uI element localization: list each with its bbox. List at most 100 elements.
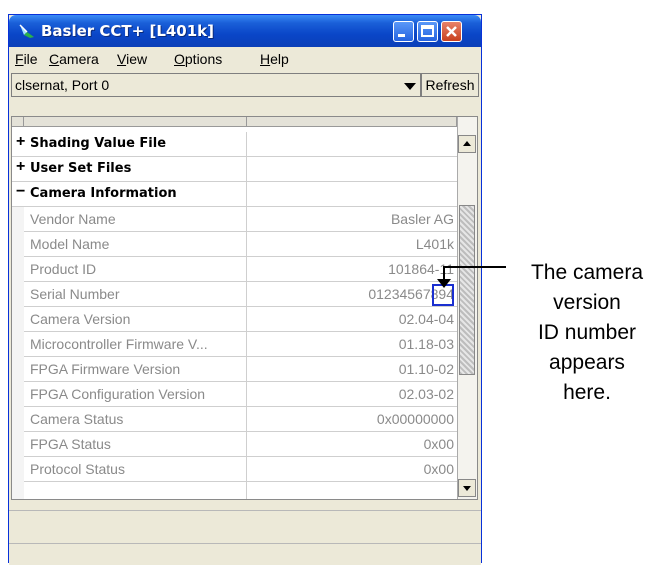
column-divider [246,257,247,282]
column-divider [246,282,247,307]
row-indent [12,432,24,457]
property-name: Vendor Name [30,211,116,227]
menu-file[interactable]: File [15,51,38,67]
menu-view[interactable]: View [117,51,147,67]
close-icon [446,26,457,37]
column-divider [246,232,247,257]
column-divider [246,132,247,157]
callout-annotation: The camera version ID number appears her… [507,258,667,408]
column-divider [246,482,247,499]
callout-line: appears [549,351,625,374]
property-row-vendor-name[interactable]: Vendor Name Basler AG [12,207,457,232]
scroll-thumb[interactable] [459,205,475,375]
menu-camera[interactable]: Camera [49,51,99,67]
property-row-model-name[interactable]: Model Name L401k [12,232,457,257]
menu-bar: File Camera View Options Help [9,47,481,71]
port-select-value: clsernat, Port 0 [15,77,110,93]
row-indent [12,207,24,232]
column-header-name[interactable] [24,117,247,127]
property-row-microcontroller-firmware[interactable]: Microcontroller Firmware V... 01.18-03 [12,332,457,357]
property-value: 0x00 [423,436,454,452]
row-indent [12,457,24,482]
group-row-camera-information[interactable]: − Camera Information [12,182,457,207]
property-row-partial[interactable] [12,482,457,499]
column-divider [246,357,247,382]
row-indent [12,257,24,282]
property-name: Microcontroller Firmware V... [30,336,208,352]
refresh-button[interactable]: Refresh [421,73,479,97]
menu-help[interactable]: Help [260,51,289,67]
callout-line: here. [563,381,611,404]
property-name: Serial Number [30,286,120,302]
row-indent [12,482,24,499]
property-row-fpga-status[interactable]: FPGA Status 0x00 [12,432,457,457]
property-row-camera-version[interactable]: Camera Version 02.04-04 [12,307,457,332]
property-row-product-id[interactable]: Product ID 101864-11 [12,257,457,282]
property-value: 01.18-03 [398,336,454,352]
property-row-fpga-configuration-version[interactable]: FPGA Configuration Version 02.03-02 [12,382,457,407]
status-bar [9,543,481,565]
property-value: 01.10-02 [398,361,454,377]
app-logo-icon [19,24,34,38]
column-header-expander[interactable] [12,117,24,127]
group-row-shading-value-file[interactable]: + Shading Value File [12,132,457,157]
chevron-down-icon[interactable] [404,83,416,90]
property-row-protocol-status[interactable]: Protocol Status 0x00 [12,457,457,482]
property-name: Product ID [30,261,97,277]
property-value: 02.03-02 [398,386,454,402]
callout-line: version [553,291,621,314]
maximize-button[interactable] [417,21,438,42]
close-button[interactable] [441,21,462,42]
status-panel [9,510,481,541]
window-title: Basler CCT+ [L401k] [41,22,215,40]
maximize-icon [421,25,434,37]
group-label: Camera Information [30,186,177,201]
group-label: Shading Value File [30,136,167,151]
column-divider [246,207,247,232]
row-indent [12,357,24,382]
property-row-serial-number[interactable]: Serial Number 01234567894 [12,282,457,307]
row-indent [12,232,24,257]
row-indent [12,282,24,307]
row-indent [12,307,24,332]
column-header-value[interactable] [247,117,457,127]
property-row-fpga-firmware-version[interactable]: FPGA Firmware Version 01.10-02 [12,357,457,382]
property-name: FPGA Configuration Version [30,386,206,402]
property-value: 0x00 [423,461,454,477]
column-divider [246,432,247,457]
column-divider [246,157,247,182]
menu-options[interactable]: Options [174,51,222,67]
vertical-scrollbar[interactable] [457,117,477,499]
expand-icon[interactable]: + [16,158,25,176]
app-window: Basler CCT+ [L401k] File Camera View Opt… [8,14,482,565]
callout-line: ID number [537,321,637,344]
property-value: Basler AG [390,211,454,227]
port-select[interactable]: clsernat, Port 0 [11,73,421,97]
title-bar[interactable]: Basler CCT+ [L401k] [9,15,481,47]
property-row-camera-status[interactable]: Camera Status 0x00000000 [12,407,457,432]
scroll-up-icon[interactable] [458,135,476,153]
row-indent [12,382,24,407]
column-divider [246,457,247,482]
property-name: FPGA Status [30,436,111,452]
scroll-down-icon[interactable] [458,479,476,497]
column-divider [246,307,247,332]
property-name: Camera Version [30,311,131,327]
property-value: L401k [415,236,454,252]
property-grid: + Shading Value File + User Set Files − … [11,116,478,500]
callout-line: The camera [530,261,644,284]
callout-leader-drop [443,266,445,280]
row-indent [12,407,24,432]
property-value: 02.04-04 [398,311,454,327]
row-indent [12,332,24,357]
arrow-down-icon [437,279,451,288]
callout-leader-line [444,266,506,268]
column-divider [246,382,247,407]
minimize-button[interactable] [393,21,414,42]
expand-icon[interactable]: + [16,133,25,151]
group-row-user-set-files[interactable]: + User Set Files [12,157,457,182]
property-value: 0x00000000 [376,411,454,427]
port-toolbar: clsernat, Port 0 Refresh [9,71,481,101]
collapse-icon[interactable]: − [16,183,25,201]
property-name: Model Name [30,236,110,252]
